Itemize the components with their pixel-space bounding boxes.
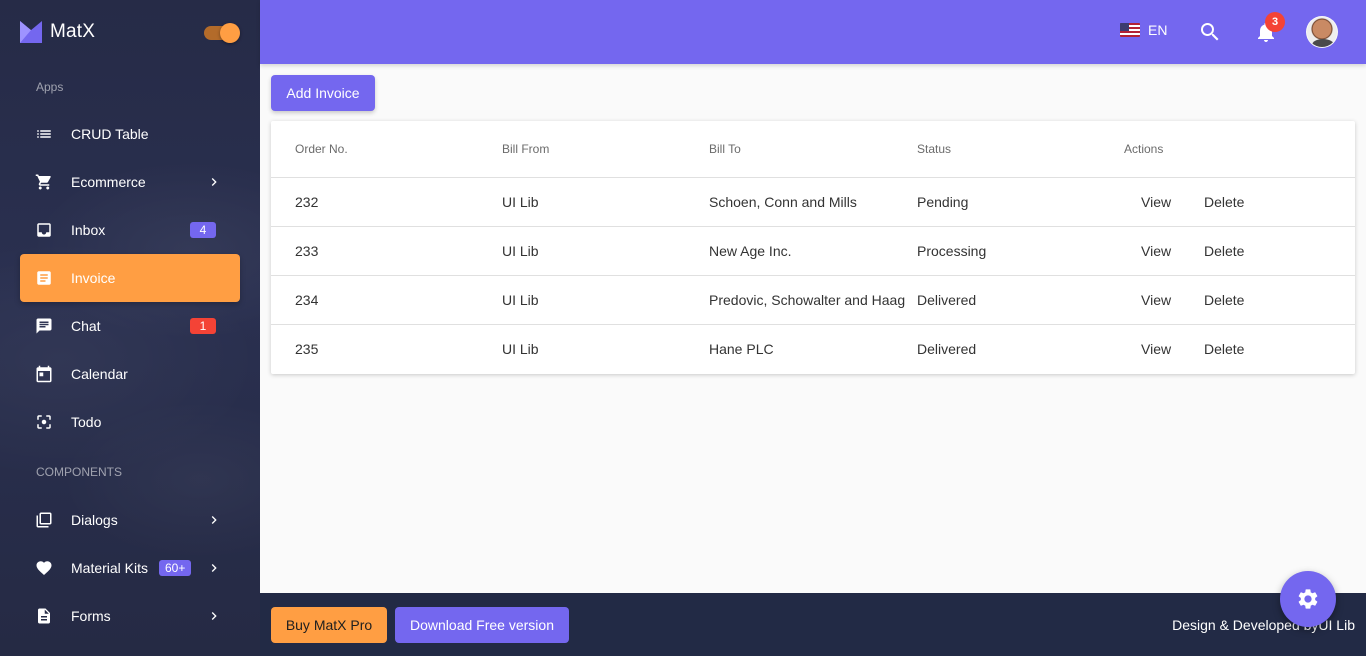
- column-header-bill-from: Bill From: [502, 142, 550, 156]
- chevron-right-icon: [206, 560, 222, 576]
- sidebar-item-dialogs[interactable]: Dialogs: [20, 496, 240, 544]
- sidebar-item-label: Dialogs: [71, 512, 118, 528]
- gear-icon: [1298, 589, 1318, 609]
- bill-from-cell: UI Lib: [502, 292, 539, 308]
- receipt-icon: [35, 269, 53, 287]
- sidebar-item-label: Ecommerce: [71, 174, 146, 190]
- sidebar-item-ecommerce[interactable]: Ecommerce: [20, 158, 240, 206]
- sidebar-mode-toggle[interactable]: [204, 22, 240, 43]
- view-button[interactable]: View: [1141, 194, 1171, 210]
- table-row: 234 UI Lib Predovic, Schowalter and Haag…: [271, 276, 1355, 325]
- sidebar-item-inbox[interactable]: Inbox 4: [20, 206, 240, 254]
- delete-button[interactable]: Delete: [1204, 194, 1244, 210]
- chevron-right-icon: [206, 512, 222, 528]
- language-label: EN: [1148, 22, 1168, 38]
- view-button[interactable]: View: [1141, 292, 1171, 308]
- library-books-icon: [35, 511, 53, 529]
- material-kits-count-badge: 60+: [159, 560, 192, 576]
- sidebar-item-label: Material Kits: [71, 560, 149, 576]
- inbox-icon: [35, 221, 53, 239]
- heart-icon: [35, 559, 53, 577]
- order-number-cell: 232: [295, 194, 319, 210]
- sidebar-item-label: Invoice: [71, 270, 116, 286]
- view-button[interactable]: View: [1141, 341, 1171, 357]
- download-free-button[interactable]: Download Free version: [395, 607, 569, 643]
- sidebar-item-forms[interactable]: Forms: [20, 592, 240, 640]
- table-row: 233 UI Lib New Age Inc. Processing View …: [271, 227, 1355, 276]
- footer-credit: Design & Developed byUI Lib: [1172, 617, 1355, 633]
- section-label-apps: Apps: [36, 80, 64, 94]
- us-flag-icon: [1120, 23, 1140, 37]
- column-header-actions: Actions: [1124, 142, 1164, 156]
- delete-button[interactable]: Delete: [1204, 341, 1244, 357]
- buy-pro-button[interactable]: Buy MatX Pro: [271, 607, 387, 643]
- sidebar-item-label: Todo: [71, 414, 102, 430]
- delete-button[interactable]: Delete: [1204, 243, 1244, 259]
- search-icon[interactable]: [1198, 20, 1222, 44]
- chat-icon: [35, 317, 53, 335]
- sidebar-item-label: Forms: [71, 608, 111, 624]
- sidebar-item-todo[interactable]: Todo: [20, 398, 240, 446]
- language-selector[interactable]: EN: [1120, 22, 1167, 38]
- sidebar-item-crud-table[interactable]: CRUD Table: [20, 110, 240, 158]
- sidebar-item-invoice[interactable]: Invoice: [20, 254, 240, 302]
- footer: Buy MatX Pro Download Free version Desig…: [260, 593, 1366, 656]
- brand-name: MatX: [50, 21, 96, 42]
- chat-count-badge: 1: [190, 318, 216, 334]
- description-icon: [35, 607, 53, 625]
- sidebar: MatX Apps CRUD Table Ecommerce Inbox 4 I…: [0, 0, 260, 656]
- sidebar-item-label: Chat: [71, 318, 101, 334]
- bill-to-cell: Hane PLC: [709, 341, 774, 357]
- order-number-cell: 234: [295, 292, 319, 308]
- bill-from-cell: UI Lib: [502, 341, 539, 357]
- section-label-components: COMPONENTS: [36, 465, 123, 479]
- order-number-cell: 235: [295, 341, 319, 357]
- bill-to-cell: New Age Inc.: [709, 243, 792, 259]
- user-avatar[interactable]: [1306, 16, 1338, 48]
- inbox-count-badge: 4: [190, 222, 216, 238]
- add-invoice-button[interactable]: Add Invoice: [271, 75, 375, 111]
- column-header-bill-to: Bill To: [709, 142, 741, 156]
- toggle-thumb: [220, 23, 240, 43]
- sidebar-item-label: CRUD Table: [71, 126, 149, 142]
- sidebar-item-calendar[interactable]: Calendar: [20, 350, 240, 398]
- matx-logo-icon: [20, 21, 42, 43]
- cart-icon: [35, 173, 53, 191]
- status-cell: Delivered: [917, 292, 977, 308]
- topbar: EN 3: [260, 0, 1366, 64]
- sidebar-item-chat[interactable]: Chat 1: [20, 302, 240, 350]
- view-button[interactable]: View: [1141, 243, 1171, 259]
- notification-count-badge: 3: [1265, 12, 1285, 32]
- order-number-cell: 233: [295, 243, 319, 259]
- status-cell: Processing: [917, 243, 987, 259]
- table-header: Order No. Bill From Bill To Status Actio…: [271, 121, 1355, 178]
- bill-from-cell: UI Lib: [502, 243, 539, 259]
- calendar-icon: [35, 365, 53, 383]
- chevron-right-icon: [206, 608, 222, 624]
- column-header-order-no: Order No.: [295, 142, 348, 156]
- delete-button[interactable]: Delete: [1204, 292, 1244, 308]
- sidebar-item-label: Calendar: [71, 366, 128, 382]
- brand[interactable]: MatX: [20, 20, 95, 44]
- sidebar-item-material-kits[interactable]: Material Kits 60+: [20, 544, 240, 592]
- bill-to-cell: Predovic, Schowalter and Haag: [709, 292, 906, 308]
- settings-fab[interactable]: [1280, 571, 1336, 627]
- status-cell: Delivered: [917, 341, 977, 357]
- table-row: 235 UI Lib Hane PLC Delivered View Delet…: [271, 325, 1355, 374]
- bill-from-cell: UI Lib: [502, 194, 539, 210]
- table-row: 232 UI Lib Schoen, Conn and Mills Pendin…: [271, 178, 1355, 227]
- invoice-table: Order No. Bill From Bill To Status Actio…: [271, 121, 1355, 374]
- center-focus-icon: [35, 413, 53, 431]
- bill-to-cell: Schoen, Conn and Mills: [709, 194, 857, 210]
- chevron-right-icon: [206, 174, 222, 190]
- column-header-status: Status: [917, 142, 952, 156]
- status-cell: Pending: [917, 194, 969, 210]
- sidebar-item-label: Inbox: [71, 222, 106, 238]
- format-list-icon: [35, 125, 53, 143]
